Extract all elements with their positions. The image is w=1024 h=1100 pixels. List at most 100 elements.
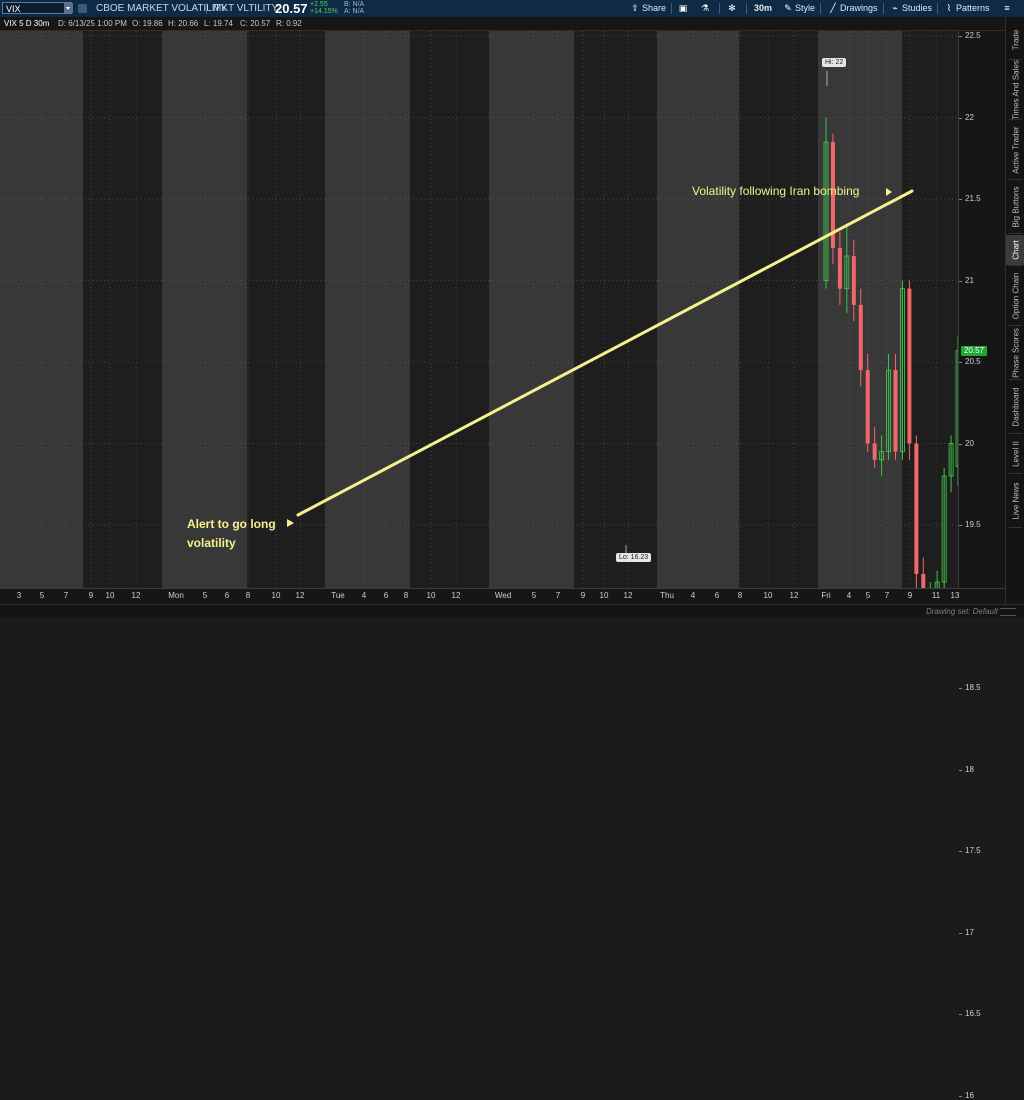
price-tick-label: 21.5 (959, 194, 981, 203)
price-tick-label: 21 (959, 275, 974, 285)
session-band (325, 31, 410, 588)
time-tick-label: Wed (494, 591, 512, 600)
snapshot-button[interactable]: ▣ (678, 0, 690, 17)
side-tab-label: Chart (1011, 240, 1020, 260)
session-band (410, 31, 489, 588)
studies-icon: ⌁ (892, 3, 898, 13)
time-tick-label: 10 (271, 591, 281, 600)
symbol-dropdown-icon[interactable] (64, 3, 73, 13)
side-tab-trade[interactable]: Trade (1006, 21, 1024, 59)
time-tick-label: 7 (63, 591, 69, 600)
time-tick-label: 6 (714, 591, 720, 600)
side-tab-separator (1009, 325, 1022, 326)
toolbar-separator (746, 3, 747, 14)
session-band (489, 31, 574, 588)
timeframe-button[interactable]: 30m (754, 0, 772, 17)
time-tick-label: 11 (931, 591, 941, 600)
time-tick-label: 5 (531, 591, 537, 600)
price-chart[interactable]: Alert to go long volatility Volatility f… (0, 31, 958, 588)
time-tick-label: 6 (224, 591, 230, 600)
side-tab-separator (1009, 233, 1022, 234)
side-tab-separator (1009, 527, 1022, 528)
side-tab-chart[interactable]: Chart (1006, 235, 1024, 265)
flask-button[interactable]: ⚗ (700, 0, 712, 17)
side-tab-label: Level II (1011, 441, 1020, 467)
time-tick-label: 8 (403, 591, 409, 600)
time-tick-label: 12 (451, 591, 461, 600)
toolbar-separator (206, 3, 207, 14)
toolbar-separator (671, 3, 672, 14)
share-label: Share (642, 3, 667, 13)
menu-button[interactable]: ≡ (1002, 0, 1014, 17)
status-bar: Drawing set: Default (0, 604, 1024, 618)
time-tick-label: 8 (737, 591, 743, 600)
share-button[interactable]: ⇪ Share (630, 0, 666, 17)
price-tick-label: 16.5 (959, 1009, 981, 1018)
studies-button[interactable]: ⌁ Studies (890, 0, 932, 17)
side-tab-separator (1009, 179, 1022, 180)
price-tick-label: 22 (959, 112, 974, 122)
toolbar-separator (719, 3, 720, 14)
side-tab-dashboard[interactable]: Dashboard (1006, 381, 1024, 433)
toolbar-separator (820, 3, 821, 14)
session-band (0, 31, 83, 588)
flask-icon: ⚗ (700, 3, 710, 13)
share-icon: ⇪ (631, 3, 639, 13)
side-tab-phase-scores[interactable]: Phase Scores (1006, 327, 1024, 379)
side-tab-level-ii[interactable]: Level II (1006, 435, 1024, 473)
side-tab-times-and-sales[interactable]: Times And Sales (1006, 60, 1024, 120)
time-tick-label: Thu (660, 591, 674, 600)
time-tick-label: 8 (245, 591, 251, 600)
price-tick-label: 22.5 (959, 31, 981, 40)
settings-button[interactable]: ✻ (727, 0, 739, 17)
candle-body (893, 370, 898, 452)
pencil-icon: ╱ (830, 3, 836, 13)
price-axis[interactable]: 22.52221.52120.52019.51918.51817.51716.5… (958, 31, 1006, 1100)
candlestick-chart[interactable] (0, 31, 958, 588)
top-toolbar: VIX CBOE MARKET VOLATILITY MKT VLTILITY … (0, 0, 1024, 18)
session-band (247, 31, 325, 588)
style-label: Style (795, 3, 816, 13)
time-tick-label: 9 (580, 591, 586, 600)
side-tab-label: Times And Sales (1011, 60, 1020, 120)
side-tab-live-news[interactable]: Live News (1006, 475, 1024, 527)
candle-body (851, 256, 856, 305)
side-tab-option-chain[interactable]: Option Chain (1006, 267, 1024, 325)
side-tab-active-trader[interactable]: Active Trader (1006, 121, 1024, 179)
link-icon[interactable] (78, 4, 87, 13)
style-button[interactable]: ✎ Style (783, 0, 815, 17)
studies-label: Studies (902, 3, 933, 13)
symbol-input[interactable]: VIX (2, 2, 72, 14)
time-axis[interactable]: 3 5 7 9 10 12 Mon 5 6 8 10 12 Tue 4 6 8 10 12 Wed 5 7 9 10 12 Th… (0, 588, 1005, 605)
net-change: +2.55 (310, 1, 328, 8)
bar-date: D: 6/13/25 1:00 PM (58, 19, 127, 28)
time-tick-label: 9 (907, 591, 913, 600)
session-band (162, 31, 247, 588)
time-tick-label: 3 (16, 591, 22, 600)
low-marker: Lo: 16.23 (616, 553, 652, 562)
drawing-set-label[interactable]: Drawing set: Default (926, 605, 998, 618)
toolbar-separator (937, 3, 938, 14)
time-tick-label: 13 (950, 591, 960, 600)
time-tick-label: Mon (168, 591, 184, 600)
time-tick-label: 10 (426, 591, 436, 600)
time-tick-label: 5 (39, 591, 45, 600)
side-tab-separator (1009, 265, 1022, 266)
drawings-label: Drawings (840, 3, 878, 13)
bid-value: B: N/A (344, 1, 365, 8)
candle-body (914, 443, 919, 574)
last-price: 20.57 (275, 1, 308, 16)
alert-annotation: Alert to go long volatility (187, 515, 276, 553)
side-tab-label: Phase Scores (1011, 328, 1020, 378)
chart-title: VIX 5 D 30m (4, 19, 50, 28)
patterns-button[interactable]: ⌇ Patterns (944, 0, 990, 17)
time-tick-label: 4 (361, 591, 367, 600)
resize-grip-icon[interactable] (1000, 608, 1016, 616)
drawings-button[interactable]: ╱ Drawings (828, 0, 878, 17)
right-side-panel: Trade Times And Sales Active Trader Big But… (1005, 17, 1024, 604)
gear-icon: ✻ (728, 3, 736, 13)
session-band (574, 31, 657, 588)
side-tab-label: Active Trader (1011, 126, 1020, 174)
side-tab-big-buttons[interactable]: Big Buttons (1006, 181, 1024, 233)
bar-close: C: 20.57 (240, 19, 271, 28)
